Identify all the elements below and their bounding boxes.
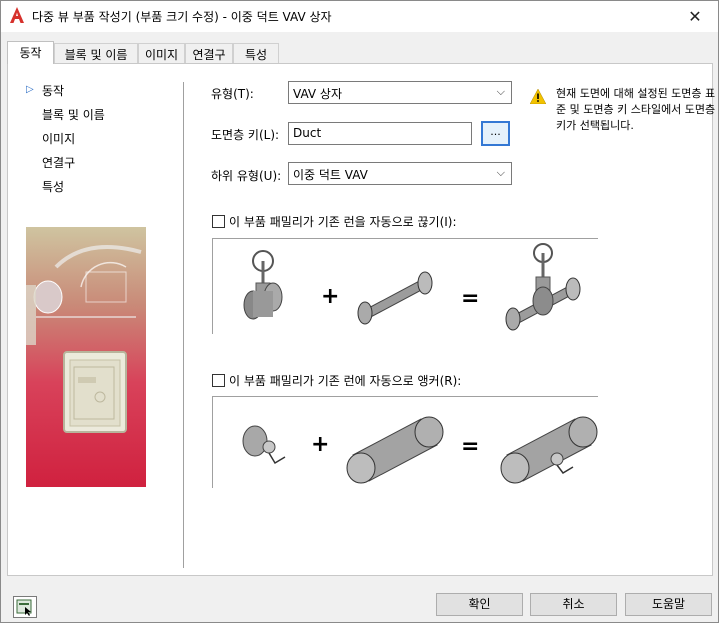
nav-item-image[interactable]: 이미지 <box>42 130 75 147</box>
anchored-duct-image <box>500 416 598 484</box>
title-bar: 다중 뷰 부품 작성기 (부품 크기 수정) - 이중 덕트 VAV 상자 ✕ <box>1 1 718 32</box>
subtype-value: 이중 덕트 VAV <box>293 168 368 182</box>
tab-connectors[interactable]: 연결구 <box>185 43 233 63</box>
tab-properties[interactable]: 특성 <box>233 43 279 63</box>
anchor-run-illustration: + = <box>212 396 598 488</box>
tab-panel: ▷ 동작 블록 및 이름 이미지 연결구 특성 유형(T): VAV 상자 ⌵ … <box>7 63 716 576</box>
panel-divider <box>183 82 184 568</box>
warning-icon <box>530 89 546 104</box>
autocad-icon <box>10 7 24 23</box>
nav-item-behavior[interactable]: 동작 <box>42 82 64 99</box>
type-label: 유형(T): <box>211 87 254 101</box>
plus-symbol: + <box>321 284 339 309</box>
plus-symbol-2: + <box>311 432 329 457</box>
valve-in-pipe-image <box>505 243 581 331</box>
window-title: 다중 뷰 부품 작성기 (부품 크기 수정) - 이중 덕트 VAV 상자 <box>32 10 332 24</box>
anchor-run-label: 이 부품 패밀리가 기존 런에 자동으로 앵커(R): <box>229 374 462 388</box>
type-value: VAV 상자 <box>293 87 342 101</box>
cancel-button[interactable]: 취소 <box>530 593 617 616</box>
tab-block-name[interactable]: 블록 및 이름 <box>54 43 138 63</box>
anchor-run-checkbox[interactable] <box>212 374 225 387</box>
break-run-illustration: + = <box>212 238 598 334</box>
type-select[interactable]: VAV 상자 ⌵ <box>288 81 512 104</box>
context-help-button[interactable] <box>13 596 37 618</box>
break-run-label: 이 부품 패밀리가 기존 런을 자동으로 끊기(I): <box>229 215 457 229</box>
help-button[interactable]: 도움말 <box>625 593 712 616</box>
tab-image[interactable]: 이미지 <box>138 43 185 63</box>
nav-item-connectors[interactable]: 연결구 <box>42 154 75 171</box>
equals-symbol: = <box>461 286 479 311</box>
layer-key-field[interactable]: Duct <box>288 122 472 145</box>
tab-behavior[interactable]: 동작 <box>7 41 54 64</box>
chevron-down-icon: ⌵ <box>496 166 505 179</box>
ok-button[interactable]: 확인 <box>436 593 523 616</box>
browse-button[interactable]: ... <box>481 121 510 146</box>
subtype-label: 하위 유형(U): <box>211 169 282 183</box>
chevron-down-icon: ⌵ <box>496 85 505 98</box>
selected-arrow-icon: ▷ <box>26 84 34 95</box>
valve-image <box>243 250 283 320</box>
round-duct-image <box>346 416 444 484</box>
subtype-select[interactable]: 이중 덕트 VAV ⌵ <box>288 162 512 185</box>
preview-image <box>26 227 146 487</box>
layer-key-label: 도면층 키(L): <box>211 128 280 142</box>
warning-message: 현재 도면에 대해 설정된 도면층 표준 및 도면층 키 스타일에서 도면층 키… <box>556 87 716 132</box>
pipe-image <box>357 271 433 325</box>
layer-key-value: Duct <box>293 126 322 140</box>
close-button[interactable]: ✕ <box>672 1 718 32</box>
equals-symbol-2: = <box>461 434 479 459</box>
break-run-checkbox[interactable] <box>212 215 225 228</box>
nav-item-properties[interactable]: 특성 <box>42 178 64 195</box>
anchor-fitting-image <box>242 425 286 465</box>
close-icon: ✕ <box>688 7 702 26</box>
nav-item-block-name[interactable]: 블록 및 이름 <box>42 106 105 123</box>
dialog-window: 다중 뷰 부품 작성기 (부품 크기 수정) - 이중 덕트 VAV 상자 ✕ … <box>0 0 719 623</box>
context-help-icon <box>16 599 32 616</box>
